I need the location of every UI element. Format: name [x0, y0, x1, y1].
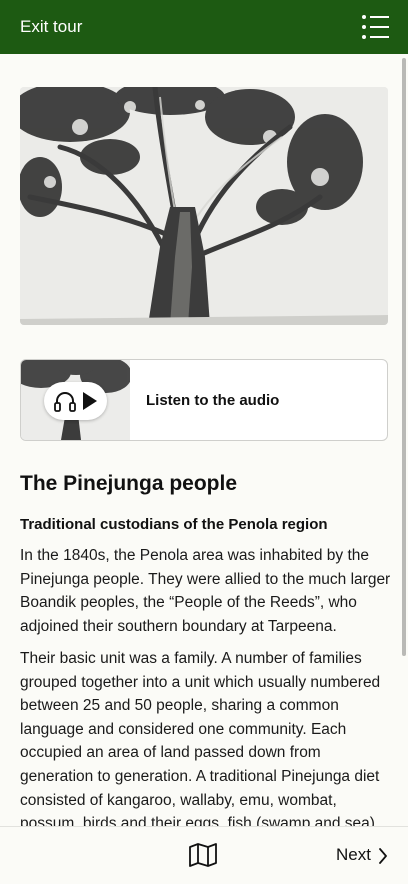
- list-menu-icon[interactable]: [360, 14, 390, 40]
- audio-thumbnail: [21, 360, 130, 440]
- paragraph-1: In the 1840s, the Penola area was inhabi…: [20, 547, 391, 635]
- play-icon: [83, 392, 97, 410]
- listen-audio-card[interactable]: Listen to the audio: [20, 359, 388, 441]
- top-bar: Exit tour: [0, 0, 408, 54]
- play-audio-button[interactable]: [44, 382, 107, 420]
- listen-audio-label: Listen to the audio: [146, 392, 280, 409]
- tour-content[interactable]: Listen to the audio The Pinejunga people…: [0, 54, 400, 826]
- page-subtitle: Traditional custodians of the Penola reg…: [20, 516, 328, 533]
- scrollbar[interactable]: [402, 58, 406, 656]
- bottom-bar: Next: [0, 826, 408, 884]
- page-title: The Pinejunga people: [20, 472, 238, 495]
- exit-tour-button[interactable]: Exit tour: [20, 17, 82, 37]
- chevron-right-icon[interactable]: [378, 847, 388, 865]
- headphones-icon: [54, 392, 76, 412]
- next-button[interactable]: Next: [336, 845, 371, 865]
- paragraph-2: Their basic unit was a family. A number …: [20, 650, 381, 826]
- hero-tree-photo: [20, 87, 388, 325]
- map-icon[interactable]: [188, 843, 218, 867]
